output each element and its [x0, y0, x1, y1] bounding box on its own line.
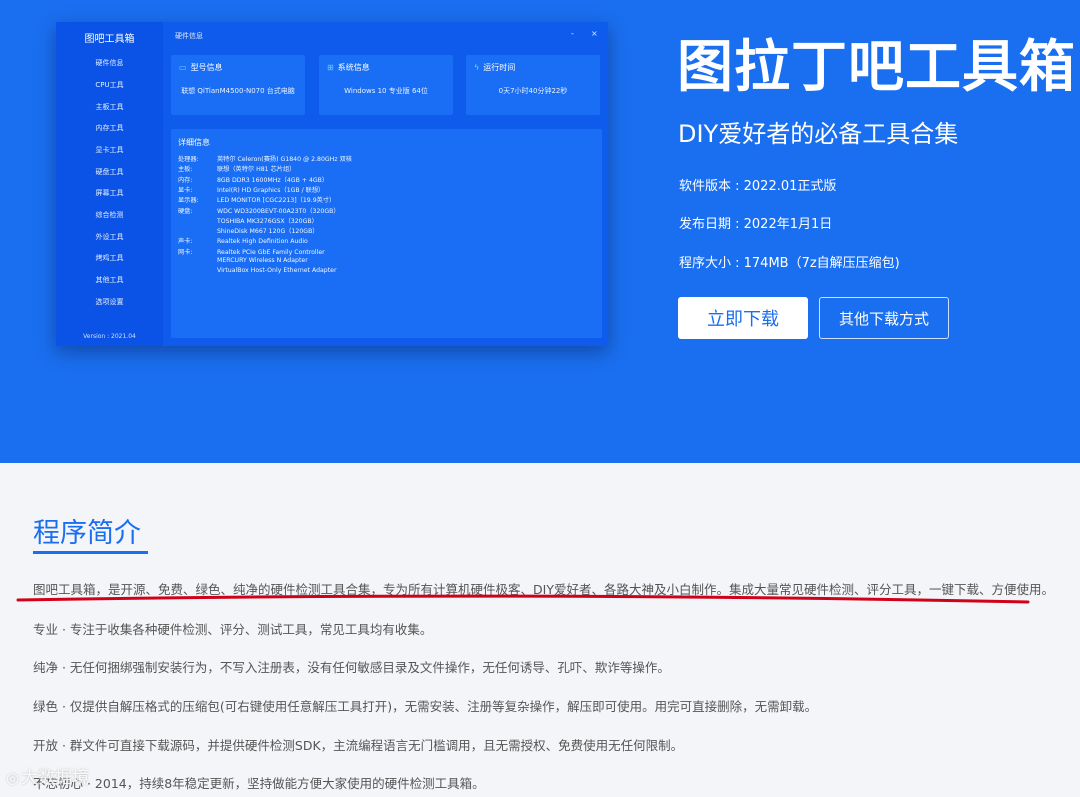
app-nav-cpu-tools: CPU工具: [95, 81, 124, 89]
program-size: 程序大小 : 174MB（7z自解压压缩包): [679, 256, 900, 271]
page-subtitle: DIY爱好者的必备工具合集: [678, 120, 959, 148]
app-titlebar: 硬件信息 - ×: [163, 22, 608, 48]
other-download-button[interactable]: 其他下载方式: [819, 297, 949, 339]
windows-icon: ⊞: [327, 63, 334, 72]
app-nav-benchmark: 综合检测: [95, 211, 124, 219]
release-date: 发布日期 : 2022年1月1日: [679, 217, 833, 232]
intro-paragraph: 绿色 · 仅提供自解压格式的压缩包(可右键使用任意解压工具打开)，无需安装、注册…: [33, 699, 818, 714]
app-sidebar: 图吧工具箱 硬件信息 CPU工具 主板工具 内存工具 显卡工具 硬盘工具 屏幕工…: [56, 22, 163, 346]
card-value: Windows 10 专业版 64位: [344, 87, 428, 95]
app-nav-board-tools: 主板工具: [95, 103, 124, 111]
detail-row: 显示器: LED MONITOR [CGC2213]（19.9英寸）: [178, 197, 336, 205]
page-title: 图拉丁吧工具箱: [677, 35, 1076, 100]
system-info-card: ⊞ 系统信息 Windows 10 专业版 64位: [319, 55, 453, 115]
card-title: 系统信息: [337, 63, 370, 72]
detail-row: ShineDisk M667 120G（120GB）: [217, 228, 319, 236]
app-nav-disk-tools: 硬盘工具: [95, 168, 124, 176]
detail-title: 详细信息: [178, 138, 210, 147]
app-nav-stress-tools: 烤鸡工具: [95, 254, 124, 262]
watermark-logo-icon: ◎: [6, 769, 20, 787]
minimize-icon: -: [571, 29, 574, 38]
app-screenshot: 图吧工具箱 硬件信息 CPU工具 主板工具 内存工具 显卡工具 硬盘工具 屏幕工…: [56, 22, 608, 346]
app-nav-peripheral-tools: 外设工具: [95, 233, 124, 241]
lightning-icon: ϟ: [474, 63, 480, 72]
monitor-icon: ▭: [179, 63, 187, 72]
detail-row: TOSHIBA MK3276GSX（320GB）: [217, 217, 318, 225]
watermark: ◎ 大数据境: [6, 768, 90, 788]
section-title: 程序简介: [33, 518, 141, 549]
app-nav-other-tools: 其他工具: [95, 276, 124, 284]
app-window-title: 硬件信息: [175, 32, 203, 40]
card-title: 运行时间: [483, 63, 516, 72]
intro-paragraph: 纯净 · 无任何捆绑强制安装行为，不写入注册表，没有任何敏感目录及文件操作，无任…: [33, 660, 670, 675]
intro-paragraph: 不忘初心 · 2014，持续8年稳定更新，坚持做能方便大家使用的硬件检测工具箱。: [33, 776, 485, 791]
card-title: 型号信息: [190, 63, 223, 72]
software-version: 软件版本 : 2022.01正式版: [679, 179, 837, 194]
app-nav-settings: 选项设置: [95, 298, 124, 306]
detail-row: 主板: 联想（英特尔 H81 芯片组）: [178, 166, 296, 174]
hero-banner: 图吧工具箱 硬件信息 CPU工具 主板工具 内存工具 显卡工具 硬盘工具 屏幕工…: [0, 0, 1080, 463]
detail-row: 网卡: Realtek PCIe GbE Family Controller: [178, 248, 325, 256]
intro-paragraph: 图吧工具箱，是开源、免费、绿色、纯净的硬件检测工具合集，专为所有计算机硬件极客、…: [33, 582, 1054, 597]
detail-row: 声卡: Realtek High Definition Audio: [178, 238, 308, 246]
detail-row: MERCURY Wireless N Adapter: [217, 257, 308, 264]
intro-paragraph: 开放 · 群文件可直接下载源码，并提供硬件检测SDK，主流编程语言无门槛调用，且…: [33, 738, 684, 753]
detail-row: 显卡: Intel(R) HD Graphics（1GB / 联想）: [178, 186, 325, 194]
app-nav-memory-tools: 内存工具: [95, 124, 124, 132]
close-icon: ×: [591, 29, 598, 38]
uptime-card: ϟ 运行时间 0天7小时40分钟22秒: [466, 55, 600, 115]
model-info-card: ▭ 型号信息 联想 QiTianM4500-N070 台式电脑: [171, 55, 305, 115]
detail-info-panel: 详细信息 处理器: 英特尔 Celeron(赛扬) G1840 @ 2.80GHz…: [171, 129, 602, 338]
app-nav-hardware-info: 硬件信息: [95, 59, 124, 67]
app-logo: 图吧工具箱: [84, 34, 135, 45]
card-value: 0天7小时40分钟22秒: [498, 87, 568, 95]
detail-row: 硬盘: WDC WD3200BEVT-00A23T0（320GB）: [178, 207, 340, 215]
detail-row: VirtualBox Host-Only Ethernet Adapter: [217, 267, 337, 275]
download-button[interactable]: 立即下载: [678, 297, 808, 339]
detail-row: 处理器: 英特尔 Celeron(赛扬) G1840 @ 2.80GHz 双核: [178, 156, 352, 163]
app-version: Version : 2021.04: [83, 333, 136, 340]
intro-paragraph: 专业 · 专注于收集各种硬件检测、评分、测试工具，常见工具均有收集。: [33, 622, 433, 637]
card-value: 联想 QiTianM4500-N070 台式电脑: [181, 87, 295, 95]
section-title-underline: [33, 551, 148, 554]
detail-row: 内存: 8GB DDR3 1600MHz（4GB + 4GB）: [178, 176, 329, 184]
app-nav-gpu-tools: 显卡工具: [95, 146, 124, 154]
app-nav-screen-tools: 屏幕工具: [95, 189, 124, 197]
